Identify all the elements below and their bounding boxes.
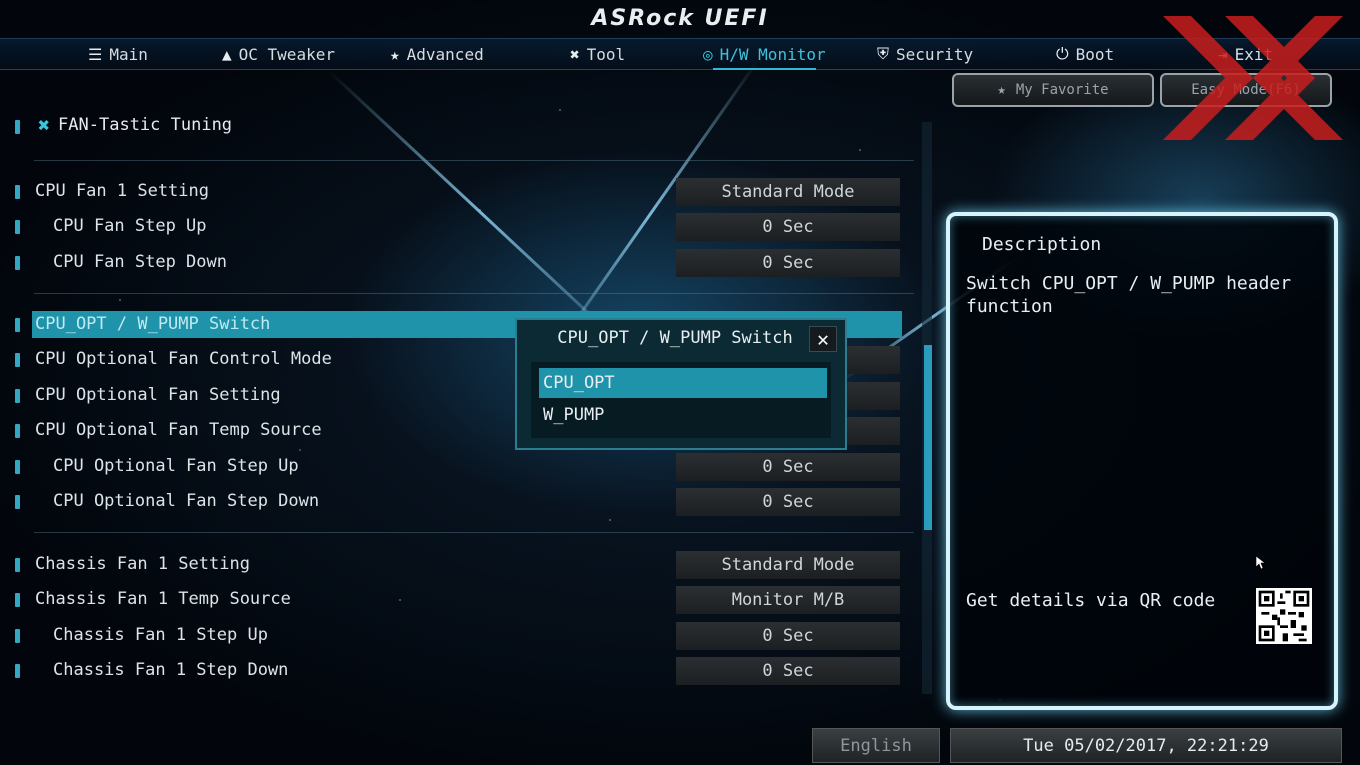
row-bullet xyxy=(15,593,20,607)
divider xyxy=(34,293,914,294)
setting-label: Chassis Fan 1 Step Down xyxy=(53,660,289,680)
setting-value[interactable]: 0 Sec xyxy=(676,622,900,650)
tab-tool[interactable]: ✖ Tool xyxy=(570,43,625,65)
setting-row-chassis-fan-1-step-down[interactable]: Chassis Fan 1 Step Down 0 Sec xyxy=(0,656,910,686)
divider xyxy=(34,160,914,161)
tab-main[interactable]: ☰ Main xyxy=(88,43,148,65)
qr-code-icon xyxy=(1256,588,1312,644)
tab-label: Main xyxy=(109,44,148,64)
setting-row-chassis-fan-1-setting[interactable]: Chassis Fan 1 Setting Standard Mode xyxy=(0,550,910,580)
setting-value[interactable]: Standard Mode xyxy=(676,551,900,579)
section-title-text: FAN-Tastic Tuning xyxy=(58,115,233,135)
top-navigation: ☰ Main ▲ OC Tweaker ★ Advanced ✖ Tool ◎ … xyxy=(0,38,1360,70)
qr-caption: Get details via QR code xyxy=(966,590,1216,611)
my-favorite-label: My Favorite xyxy=(1015,82,1109,98)
setting-value[interactable]: 0 Sec xyxy=(676,249,900,277)
setting-label: CPU Optional Fan Setting xyxy=(35,385,281,405)
row-bullet xyxy=(15,353,20,367)
tab-label: H/W Monitor xyxy=(719,44,826,64)
tab-hw-monitor[interactable]: ◎ H/W Monitor xyxy=(703,43,826,70)
setting-label: CPU Optional Fan Step Down xyxy=(53,491,320,511)
tab-label: Boot xyxy=(1075,44,1115,64)
datetime-display: Tue 05/02/2017, 22:21:29 xyxy=(950,728,1342,763)
monitor-icon: ◎ xyxy=(703,44,713,64)
setting-row-cpu-fan-step-down[interactable]: CPU Fan Step Down 0 Sec xyxy=(0,248,910,278)
dialog-title: CPU_OPT / W_PUMP Switch xyxy=(557,328,793,348)
tab-label: Security xyxy=(896,44,974,64)
setting-label: CPU Fan Step Up xyxy=(53,216,207,236)
setting-value[interactable]: 0 Sec xyxy=(676,657,900,685)
tab-security[interactable]: ⛨ Security xyxy=(877,43,973,65)
rocket-icon: ▲ xyxy=(222,44,232,64)
option-cpu-opt[interactable]: CPU_OPT xyxy=(539,368,827,398)
setting-row-cpu-fan-step-up[interactable]: CPU Fan Step Up 0 Sec xyxy=(0,212,910,242)
wrench-icon: ✖ xyxy=(38,113,51,137)
tab-label: Advanced xyxy=(406,44,484,64)
tab-advanced[interactable]: ★ Advanced xyxy=(390,43,484,65)
row-bullet xyxy=(15,664,20,678)
row-bullet xyxy=(15,558,20,572)
star-icon: ★ xyxy=(997,82,1006,98)
description-panel: Description Switch CPU_OPT / W_PUMP head… xyxy=(946,212,1338,710)
setting-value[interactable]: Monitor M/B xyxy=(676,586,900,614)
close-button[interactable]: ✕ xyxy=(809,326,837,352)
shield-icon: ⛨ xyxy=(877,44,890,63)
setting-label: Chassis Fan 1 Setting xyxy=(35,554,250,574)
setting-row-cpu-fan-1-setting[interactable]: CPU Fan 1 Setting Standard Mode xyxy=(0,177,910,207)
tab-oc-tweaker[interactable]: ▲ OC Tweaker xyxy=(222,43,335,65)
row-bullet xyxy=(15,318,20,332)
setting-value[interactable]: Standard Mode xyxy=(676,178,900,206)
asrock-uefi-logo: ASRock UEFI xyxy=(591,6,769,31)
description-text: Switch CPU_OPT / W_PUMP header function xyxy=(966,273,1292,317)
scrollbar-thumb[interactable] xyxy=(924,345,932,530)
divider xyxy=(34,532,914,533)
setting-row-chassis-fan-1-step-up[interactable]: Chassis Fan 1 Step Up 0 Sec xyxy=(0,621,910,651)
row-bullet xyxy=(15,389,20,403)
setting-row-cpu-optional-fan-step-down[interactable]: CPU Optional Fan Step Down 0 Sec xyxy=(0,487,910,517)
setting-row-chassis-fan-1-temp-source[interactable]: Chassis Fan 1 Temp Source Monitor M/B xyxy=(0,585,910,615)
xx-watermark-logo xyxy=(1163,16,1343,140)
row-bullet xyxy=(15,220,20,234)
setting-value[interactable]: 0 Sec xyxy=(676,453,900,481)
tab-boot[interactable]: ⏻ Boot xyxy=(1056,43,1114,65)
row-bullet xyxy=(15,629,20,643)
row-bullet xyxy=(15,256,20,270)
row-bullet xyxy=(15,495,20,509)
option-dialog: CPU_OPT / W_PUMP Switch ✕ CPU_OPT W_PUMP xyxy=(515,318,847,450)
language-button[interactable]: English xyxy=(812,728,940,763)
description-heading: Description xyxy=(982,234,1102,255)
mouse-cursor-icon xyxy=(1256,556,1266,570)
my-favorite-button[interactable]: ★ My Favorite xyxy=(952,73,1154,107)
star-icon: ★ xyxy=(390,44,400,64)
option-list: CPU_OPT W_PUMP xyxy=(531,362,831,438)
row-bullet xyxy=(15,424,20,438)
setting-label: CPU Optional Fan Control Mode xyxy=(35,349,332,369)
setting-value[interactable]: 0 Sec xyxy=(676,488,900,516)
setting-label: CPU Fan 1 Setting xyxy=(35,181,209,201)
list-icon: ☰ xyxy=(88,44,103,64)
setting-label: CPU_OPT / W_PUMP Switch xyxy=(35,314,271,334)
row-bullet xyxy=(15,185,20,199)
setting-row-cpu-optional-fan-step-up[interactable]: CPU Optional Fan Step Up 0 Sec xyxy=(0,452,910,482)
setting-label: CPU Optional Fan Step Up xyxy=(53,456,299,476)
tab-label: Tool xyxy=(586,44,626,64)
tab-label: OC Tweaker xyxy=(238,44,335,64)
setting-label: Chassis Fan 1 Temp Source xyxy=(35,589,291,609)
section-title: ✖ FAN-Tastic Tuning xyxy=(38,113,232,137)
setting-label: CPU Optional Fan Temp Source xyxy=(35,420,322,440)
power-icon: ⏻ xyxy=(1056,44,1069,63)
option-w-pump[interactable]: W_PUMP xyxy=(539,400,827,430)
row-bullet xyxy=(15,120,20,134)
tools-icon: ✖ xyxy=(570,44,580,64)
row-bullet xyxy=(15,460,20,474)
setting-label: CPU Fan Step Down xyxy=(53,252,227,272)
setting-value[interactable]: 0 Sec xyxy=(676,213,900,241)
setting-label: Chassis Fan 1 Step Up xyxy=(53,625,268,645)
